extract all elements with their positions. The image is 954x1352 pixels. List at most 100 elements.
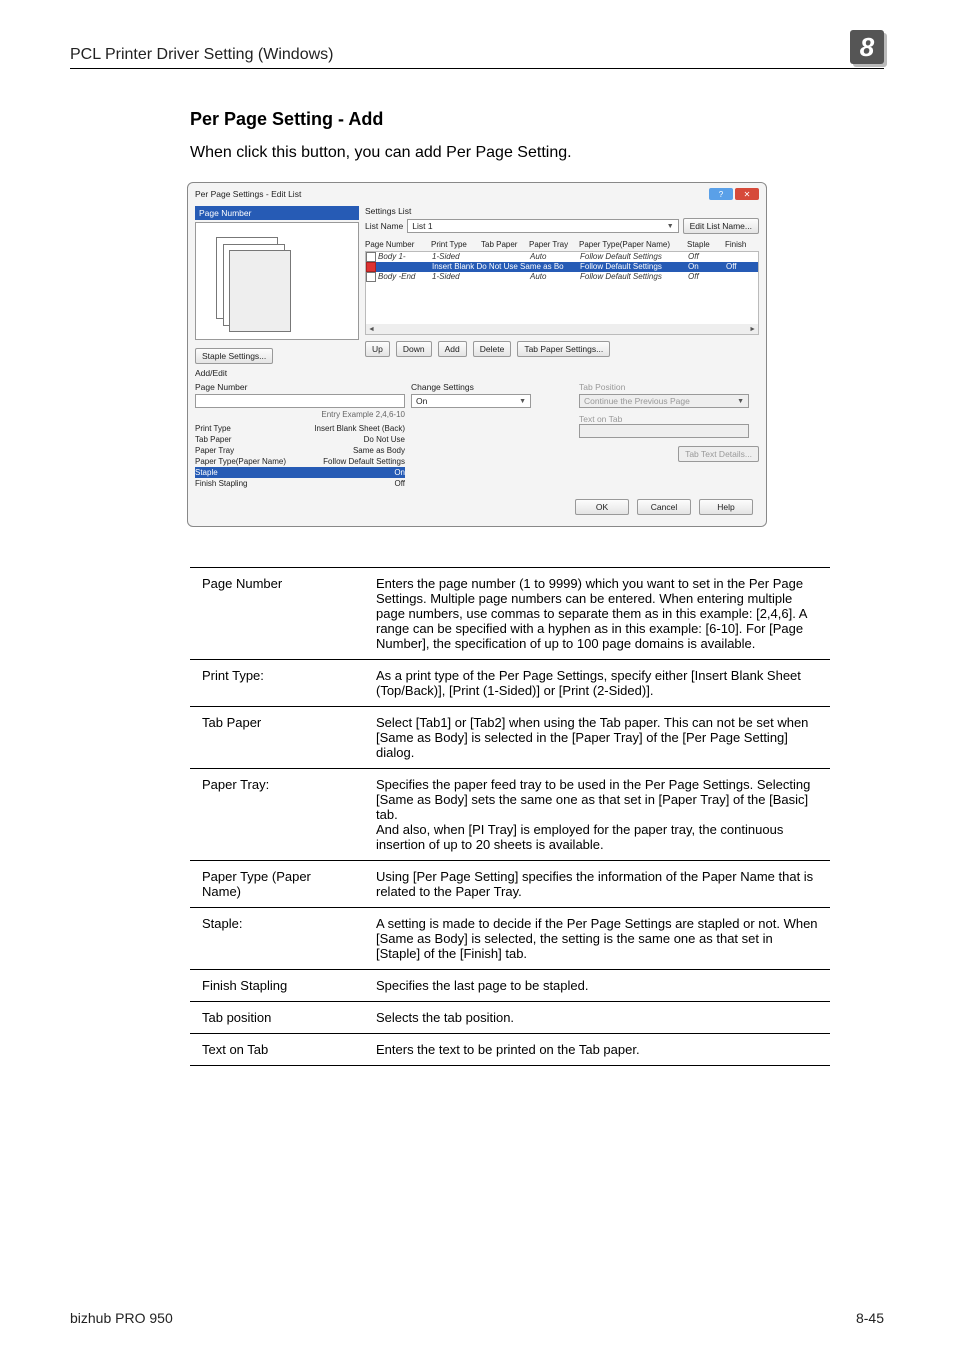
cell: Follow Default Settings — [580, 252, 688, 262]
tab-position-value: Continue the Previous Page — [584, 396, 690, 406]
add-edit-label: Add/Edit — [195, 368, 759, 378]
tab-position-combo: Continue the Previous Page ▼ — [579, 394, 749, 408]
table-desc: Specifies the last page to be stapled. — [364, 970, 830, 1002]
preview-caption: Page Number — [195, 206, 359, 220]
table-label: Tab position — [190, 1002, 364, 1034]
col-paper-tray: Paper Tray — [529, 240, 579, 249]
cell — [482, 252, 530, 262]
table-row: Print Type:As a print type of the Per Pa… — [190, 660, 830, 707]
page-header-title: PCL Printer Driver Setting (Windows) — [70, 46, 333, 64]
table-desc: Enters the text to be printed on the Tab… — [364, 1034, 830, 1066]
table-row: Finish StaplingSpecifies the last page t… — [190, 970, 830, 1002]
cell: Auto — [530, 272, 580, 282]
table-row: Page NumberEnters the page number (1 to … — [190, 568, 830, 660]
tab-paper-settings-button[interactable]: Tab Paper Settings... — [517, 341, 610, 357]
footer-page-number: 8-45 — [856, 1310, 884, 1326]
kv-tab-paper: Tab PaperDo Not Use — [195, 434, 405, 445]
horizontal-scrollbar[interactable]: ◄► — [366, 324, 758, 334]
table-desc: Specifies the paper feed tray to be used… — [364, 769, 830, 861]
cell: Body 1- — [378, 252, 406, 261]
window-help-button[interactable]: ? — [709, 188, 733, 200]
ok-button[interactable]: OK — [575, 499, 629, 515]
cell: On — [688, 262, 726, 272]
settings-list-label: Settings List — [365, 206, 759, 216]
table-label: Paper Type (Paper Name) — [190, 861, 364, 908]
table-desc: Selects the tab position. — [364, 1002, 830, 1034]
dialog-title: Per Page Settings - Edit List — [195, 189, 301, 199]
cell: Auto — [530, 252, 580, 262]
dialog-screenshot: Per Page Settings - Edit List ? ✕ Page N… — [187, 182, 767, 527]
table-row: Staple:A setting is made to decide if th… — [190, 908, 830, 970]
grid-header: Page Number Print Type Tab Paper Paper T… — [365, 240, 759, 249]
description-table: Page NumberEnters the page number (1 to … — [190, 567, 830, 1066]
col-print-type: Print Type — [431, 240, 481, 249]
list-name-value: List 1 — [412, 221, 432, 231]
cancel-button[interactable]: Cancel — [637, 499, 691, 515]
edit-list-name-button[interactable]: Edit List Name... — [683, 218, 759, 234]
window-close-button[interactable]: ✕ — [735, 188, 759, 200]
change-settings-label: Change Settings — [411, 382, 573, 392]
kv-paper-tray: Paper TraySame as Body — [195, 445, 405, 456]
table-label: Staple: — [190, 908, 364, 970]
chevron-down-icon: ▼ — [519, 398, 526, 405]
text-on-tab-input — [579, 424, 749, 438]
kv-finish: Finish StaplingOff — [195, 478, 405, 489]
footer-product: bizhub PRO 950 — [70, 1310, 173, 1326]
section-intro: When click this button, you can add Per … — [190, 144, 884, 162]
table-desc: A setting is made to decide if the Per P… — [364, 908, 830, 970]
cell: Follow Default Settings — [580, 262, 688, 272]
preview-sheets-icon — [216, 237, 278, 319]
col-paper-type: Paper Type(Paper Name) — [579, 240, 687, 249]
table-label: Page Number — [190, 568, 364, 660]
chevron-down-icon: ▼ — [737, 398, 744, 405]
table-label: Finish Stapling — [190, 970, 364, 1002]
cell: Insert Blank Do Not Use Same as Bo — [432, 262, 580, 272]
cell: Body -End — [378, 272, 415, 281]
grid-row[interactable]: Body 1- 1-Sided Auto Follow Default Sett… — [366, 252, 758, 262]
col-finish: Finish — [725, 240, 757, 249]
page-icon — [366, 252, 376, 262]
change-settings-combo[interactable]: On ▼ — [411, 394, 531, 408]
tab-text-details-button: Tab Text Details... — [678, 446, 759, 462]
cell: Off — [688, 272, 726, 282]
kv-paper-type: Paper Type(Paper Name)Follow Default Set… — [195, 456, 405, 467]
table-label: Paper Tray: — [190, 769, 364, 861]
down-button[interactable]: Down — [396, 341, 432, 357]
table-desc: Enters the page number (1 to 9999) which… — [364, 568, 830, 660]
kv-staple-selected[interactable]: StapleOn — [195, 467, 405, 478]
grid-list[interactable]: Body 1- 1-Sided Auto Follow Default Sett… — [365, 251, 759, 335]
cell — [726, 252, 758, 262]
text-on-tab-label: Text on Tab — [579, 414, 759, 424]
add-button[interactable]: Add — [438, 341, 467, 357]
cell: 1-Sided — [432, 272, 482, 282]
preview-box — [195, 222, 359, 340]
staple-settings-button[interactable]: Staple Settings... — [195, 348, 273, 364]
table-row: Paper Type (Paper Name)Using [Per Page S… — [190, 861, 830, 908]
table-desc: Select [Tab1] or [Tab2] when using the T… — [364, 707, 830, 769]
table-desc: Using [Per Page Setting] specifies the i… — [364, 861, 830, 908]
grid-row-selected[interactable]: Insert Blank Do Not Use Same as Bo Follo… — [366, 262, 758, 272]
section-title: Per Page Setting - Add — [190, 109, 884, 130]
list-name-combo[interactable]: List 1 ▼ — [407, 219, 678, 233]
list-name-label: List Name — [365, 221, 403, 231]
table-row: Text on TabEnters the text to be printed… — [190, 1034, 830, 1066]
delete-button[interactable]: Delete — [473, 341, 512, 357]
cell: Off — [688, 252, 726, 262]
table-desc: As a print type of the Per Page Settings… — [364, 660, 830, 707]
col-tab-paper: Tab Paper — [481, 240, 529, 249]
table-row: Tab PaperSelect [Tab1] or [Tab2] when us… — [190, 707, 830, 769]
cell — [482, 272, 530, 282]
entry-example-note: Entry Example 2,4,6-10 — [195, 410, 405, 419]
page-number-label: Page Number — [195, 382, 405, 392]
help-button[interactable]: Help — [699, 499, 753, 515]
grid-row[interactable]: Body -End 1-Sided Auto Follow Default Se… — [366, 272, 758, 282]
table-label: Tab Paper — [190, 707, 364, 769]
up-button[interactable]: Up — [365, 341, 390, 357]
table-label: Print Type: — [190, 660, 364, 707]
change-settings-value: On — [416, 396, 427, 406]
table-row: Tab positionSelects the tab position. — [190, 1002, 830, 1034]
kv-print-type: Print TypeInsert Blank Sheet (Back) — [195, 423, 405, 434]
table-row: Paper Tray:Specifies the paper feed tray… — [190, 769, 830, 861]
page-number-input[interactable] — [195, 394, 405, 408]
chapter-badge: 8 — [850, 30, 884, 64]
